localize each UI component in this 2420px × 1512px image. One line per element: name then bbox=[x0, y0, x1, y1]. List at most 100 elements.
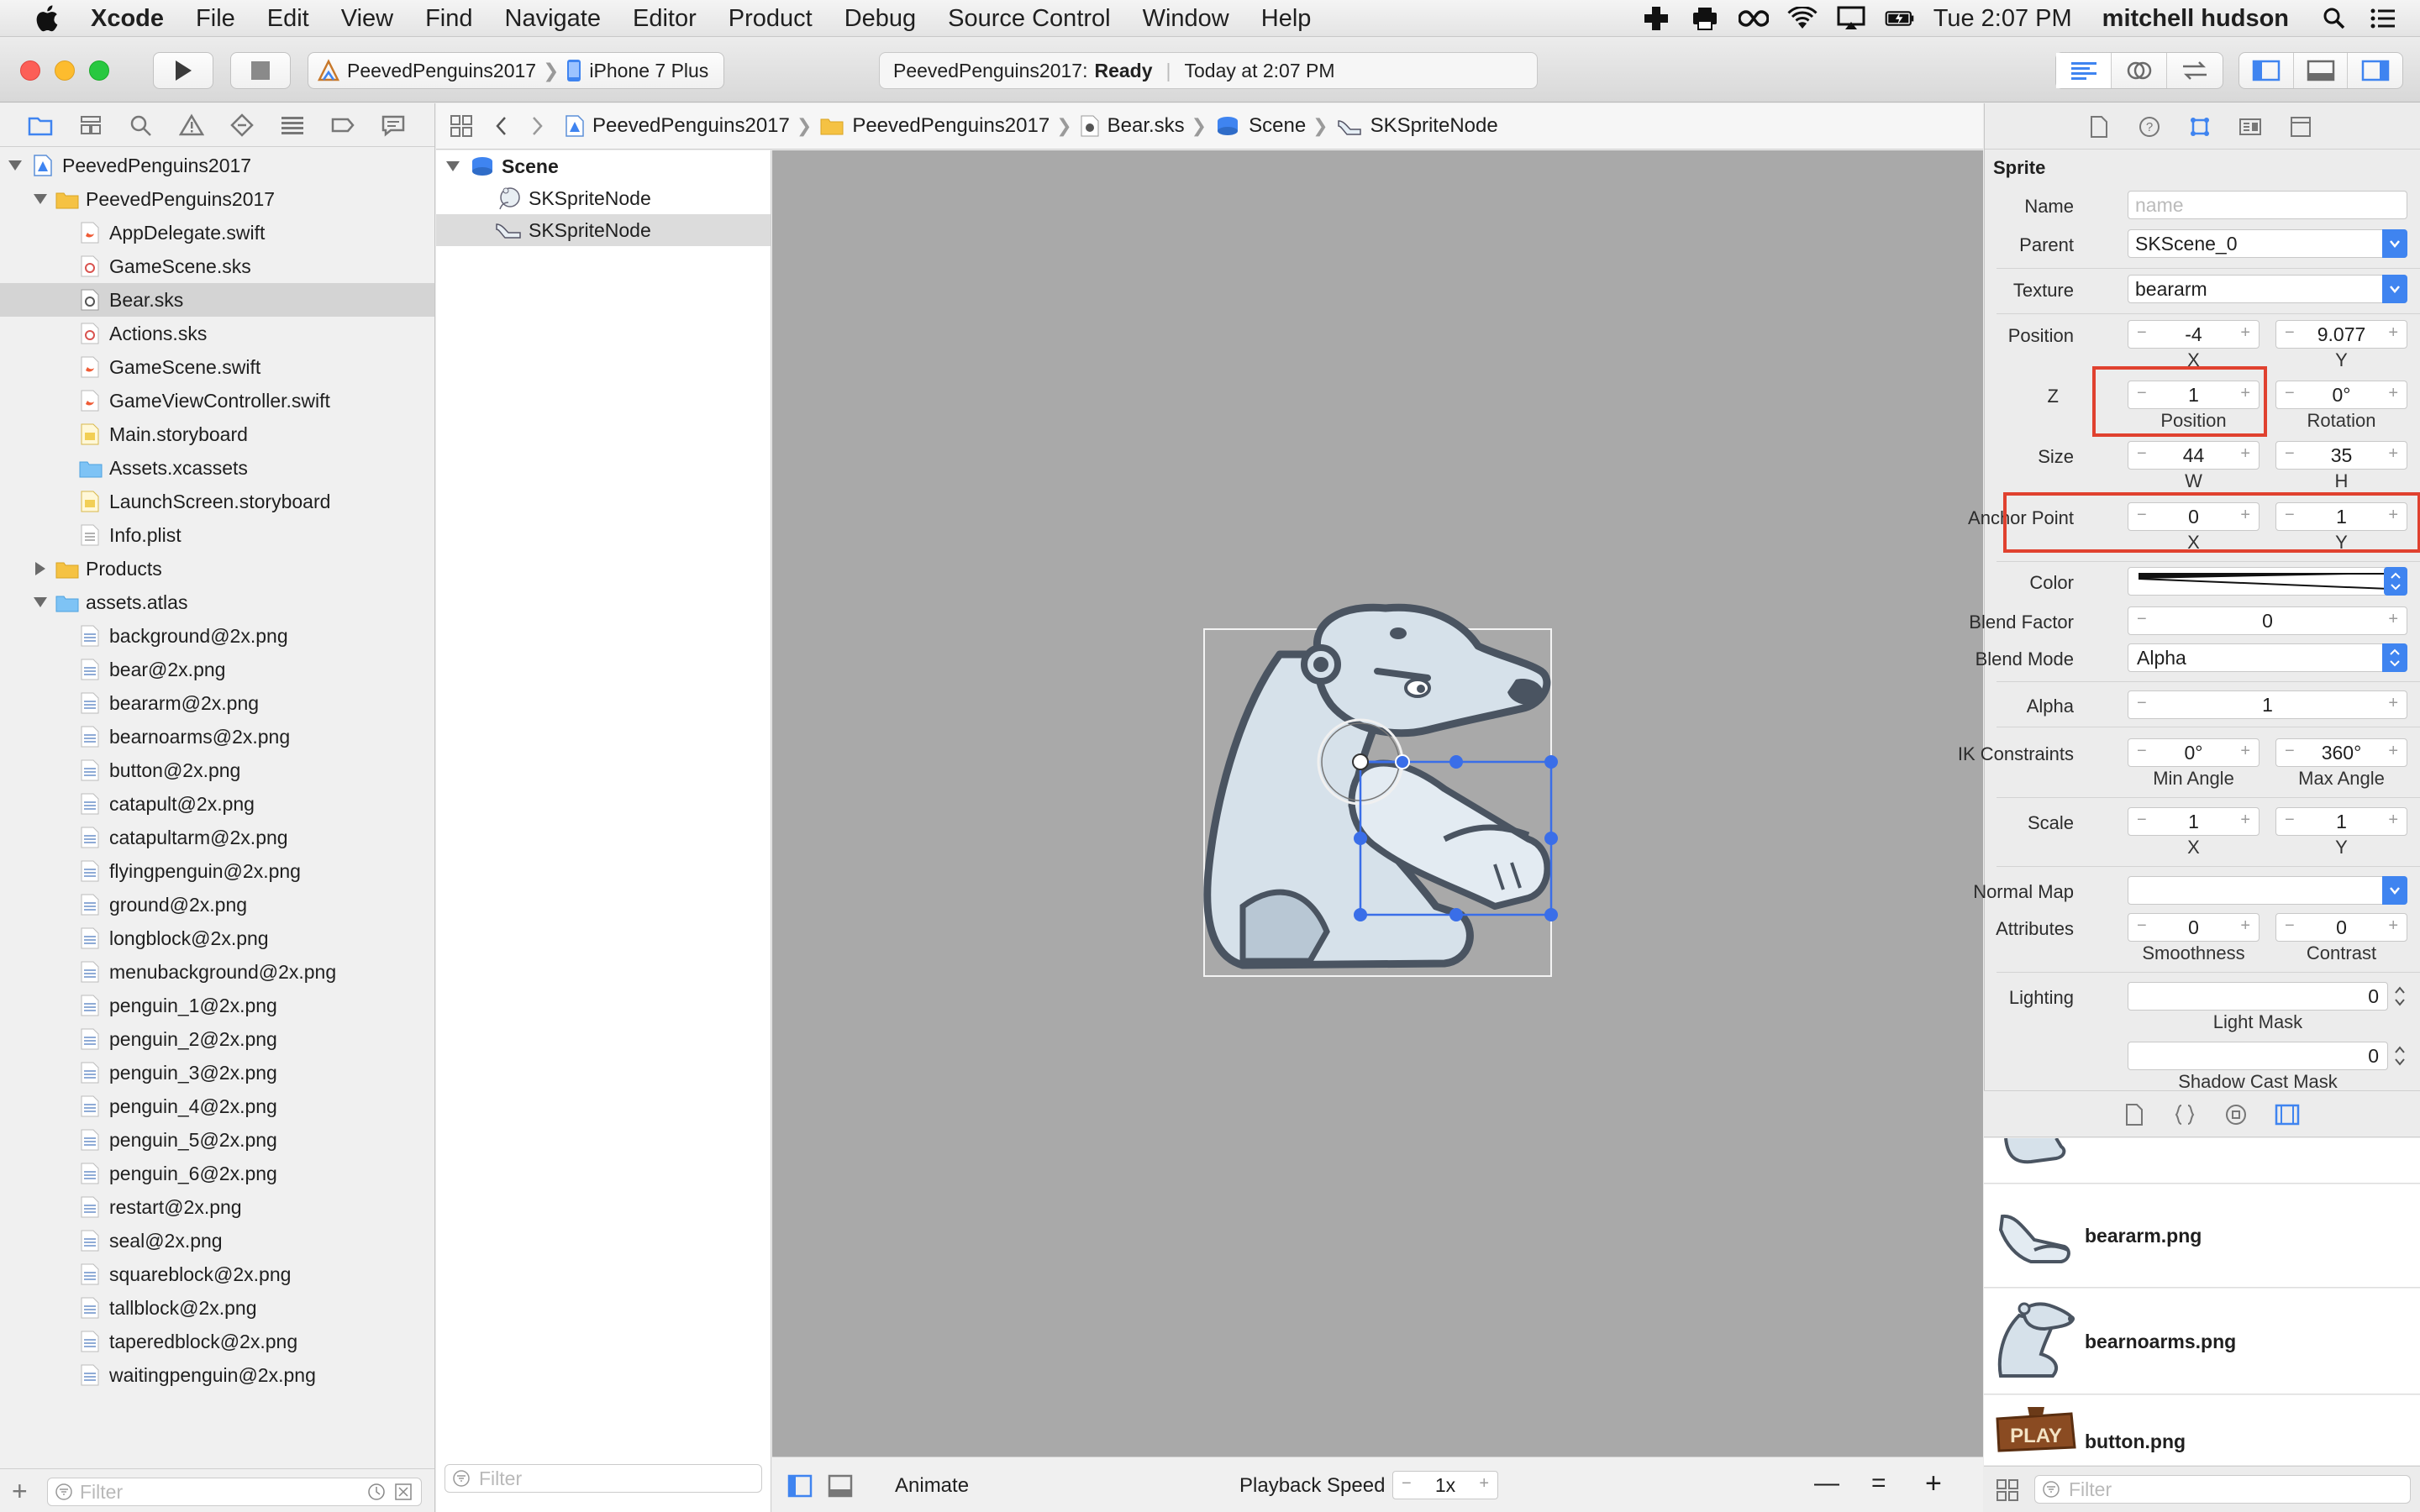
tree-atlas-file[interactable]: catapult@2x.png bbox=[0, 787, 434, 821]
animate-button[interactable]: Animate bbox=[895, 1474, 969, 1498]
ik-min-angle-stepper[interactable]: − 0° + bbox=[2128, 738, 2260, 767]
menu-editor[interactable]: Editor bbox=[633, 0, 697, 37]
tree-atlas-file[interactable]: restart@2x.png bbox=[0, 1190, 434, 1224]
disclosure-expanded-icon[interactable] bbox=[34, 194, 47, 204]
tree-atlas-file[interactable]: taperedblock@2x.png bbox=[0, 1325, 434, 1358]
issue-navigator-icon[interactable] bbox=[179, 113, 204, 137]
light-mask-stepper-icon[interactable] bbox=[2391, 982, 2408, 1011]
tree-atlas-file[interactable]: penguin_1@2x.png bbox=[0, 989, 434, 1022]
tree-atlas-file[interactable]: penguin_4@2x.png bbox=[0, 1089, 434, 1123]
breadcrumb-node[interactable]: SKSpriteNode bbox=[1337, 114, 1498, 138]
texture-popup[interactable]: beararm bbox=[2128, 275, 2407, 303]
increment-icon[interactable]: + bbox=[2388, 610, 2398, 629]
code-snippet-library-icon[interactable] bbox=[2174, 1103, 2196, 1126]
rotation-stepper[interactable]: − 0° + bbox=[2275, 381, 2407, 409]
stop-button[interactable] bbox=[230, 52, 291, 89]
zoom-window-button[interactable] bbox=[89, 60, 109, 81]
menu-source-control[interactable]: Source Control bbox=[948, 0, 1110, 37]
tree-atlas-file[interactable]: penguin_6@2x.png bbox=[0, 1157, 434, 1190]
menu-window[interactable]: Window bbox=[1143, 0, 1229, 37]
tree-atlas-file[interactable]: catapultarm@2x.png bbox=[0, 821, 434, 854]
outline-node-row[interactable]: SKSpriteNode bbox=[436, 182, 771, 214]
ik-max-angle-stepper[interactable]: − 360° + bbox=[2275, 738, 2407, 767]
tree-atlas-file[interactable]: longblock@2x.png bbox=[0, 921, 434, 955]
blend-mode-popup[interactable]: Alpha bbox=[2128, 643, 2407, 672]
wifi-icon[interactable] bbox=[1787, 6, 1818, 31]
outline-filter-field[interactable]: Filter bbox=[445, 1464, 762, 1493]
disclosure-expanded-icon[interactable] bbox=[446, 161, 460, 171]
menubar-clock[interactable]: Tue 2:07 PM bbox=[1933, 5, 2072, 33]
breadcrumb-scene[interactable]: Scene bbox=[1215, 114, 1306, 138]
tree-group[interactable]: PeevedPenguins2017 bbox=[0, 182, 434, 216]
smoothness-stepper[interactable]: − 0 + bbox=[2128, 913, 2260, 942]
tree-atlas-file[interactable]: background@2x.png bbox=[0, 619, 434, 653]
spotlight-search-icon[interactable] bbox=[2319, 6, 2349, 31]
find-navigator-icon[interactable] bbox=[129, 113, 154, 137]
scene-canvas[interactable] bbox=[772, 150, 1983, 1457]
tree-file-assets[interactable]: Assets.xcassets bbox=[0, 451, 434, 485]
infinity-icon[interactable] bbox=[1738, 6, 1769, 31]
increment-icon[interactable]: + bbox=[2240, 323, 2250, 343]
tree-atlas-file[interactable]: seal@2x.png bbox=[0, 1224, 434, 1257]
test-navigator-icon[interactable] bbox=[229, 113, 255, 137]
toggle-debug-area-button[interactable] bbox=[2294, 53, 2349, 88]
increment-icon[interactable]: + bbox=[1479, 1474, 1489, 1494]
zoom-in-button[interactable]: + bbox=[1925, 1467, 1942, 1500]
increment-icon[interactable]: + bbox=[2388, 916, 2398, 936]
tree-group-atlas[interactable]: assets.atlas bbox=[0, 585, 434, 619]
light-mask-field[interactable]: 0 bbox=[2128, 982, 2388, 1011]
tree-file-main-storyboard[interactable]: Main.storyboard bbox=[0, 417, 434, 451]
disclosure-collapsed-icon[interactable] bbox=[35, 562, 45, 575]
tree-atlas-file[interactable]: flyingpenguin@2x.png bbox=[0, 854, 434, 888]
alpha-stepper[interactable]: − 1 + bbox=[2128, 690, 2407, 719]
shadow-cast-mask-stepper-icon[interactable] bbox=[2391, 1042, 2408, 1070]
menu-debug[interactable]: Debug bbox=[844, 0, 916, 37]
tree-atlas-file[interactable]: ground@2x.png bbox=[0, 888, 434, 921]
playback-speed-stepper[interactable]: − 1x + bbox=[1392, 1471, 1498, 1499]
increment-icon[interactable]: + bbox=[2240, 444, 2250, 464]
library-filter-field[interactable]: Filter bbox=[2034, 1475, 2411, 1504]
menu-help[interactable]: Help bbox=[1261, 0, 1312, 37]
menu-product[interactable]: Product bbox=[729, 0, 813, 37]
position-x-stepper[interactable]: − -4 + bbox=[2128, 320, 2260, 349]
tree-atlas-file[interactable]: bear@2x.png bbox=[0, 653, 434, 686]
size-w-stepper[interactable]: − 44 + bbox=[2128, 441, 2260, 470]
name-field[interactable]: name bbox=[2128, 191, 2407, 219]
increment-icon[interactable]: + bbox=[2240, 811, 2250, 830]
tree-file-gamescene-swift[interactable]: GameScene.swift bbox=[0, 350, 434, 384]
position-y-stepper[interactable]: − 9.077 + bbox=[2275, 320, 2407, 349]
tree-atlas-file[interactable]: penguin_5@2x.png bbox=[0, 1123, 434, 1157]
normal-map-popup[interactable] bbox=[2128, 876, 2407, 905]
library-item-beararm[interactable]: beararm.png bbox=[1984, 1184, 2420, 1288]
increment-icon[interactable]: + bbox=[2388, 384, 2398, 403]
toggle-navigator-button[interactable] bbox=[2239, 53, 2294, 88]
increment-icon[interactable]: + bbox=[2240, 916, 2250, 936]
zoom-out-button[interactable]: — bbox=[1814, 1469, 1839, 1498]
object-library-icon[interactable] bbox=[2224, 1103, 2248, 1126]
breakpoint-navigator-icon[interactable] bbox=[330, 113, 355, 137]
object-library-tab-icon[interactable] bbox=[2289, 115, 2312, 139]
tree-atlas-file[interactable]: tallblock@2x.png bbox=[0, 1291, 434, 1325]
scm-filter-icon[interactable] bbox=[394, 1483, 413, 1501]
contrast-stepper[interactable]: − 0 + bbox=[2275, 913, 2407, 942]
minimize-window-button[interactable] bbox=[55, 60, 75, 81]
tree-atlas-file[interactable]: penguin_2@2x.png bbox=[0, 1022, 434, 1056]
parent-popup[interactable]: SKScene_0 bbox=[2128, 229, 2407, 258]
symbol-navigator-icon[interactable] bbox=[78, 113, 103, 137]
file-template-library-icon[interactable] bbox=[2123, 1103, 2145, 1126]
report-navigator-icon[interactable] bbox=[381, 113, 406, 137]
breadcrumb-group[interactable]: PeevedPenguins2017 bbox=[820, 114, 1050, 138]
library-item-button[interactable]: PLAY button.png bbox=[1984, 1395, 2420, 1465]
first-aid-icon[interactable] bbox=[1641, 6, 1671, 31]
attributes-inspector-icon[interactable] bbox=[2188, 115, 2212, 139]
tree-atlas-file[interactable]: waitingpenguin@2x.png bbox=[0, 1358, 434, 1392]
tree-file-appdelegate[interactable]: AppDelegate.swift bbox=[0, 216, 434, 249]
increment-icon[interactable]: + bbox=[2388, 694, 2398, 713]
scheme-selector[interactable]: PeevedPenguins2017 ❯ iPhone 7 Plus bbox=[308, 52, 724, 89]
toggle-inspector-button[interactable] bbox=[2348, 53, 2402, 88]
increment-icon[interactable]: + bbox=[2388, 323, 2398, 343]
close-window-button[interactable] bbox=[20, 60, 40, 81]
increment-icon[interactable]: + bbox=[2240, 742, 2250, 761]
show-outline-icon[interactable] bbox=[787, 1474, 813, 1498]
breadcrumb-file[interactable]: Bear.sks bbox=[1081, 114, 1185, 138]
